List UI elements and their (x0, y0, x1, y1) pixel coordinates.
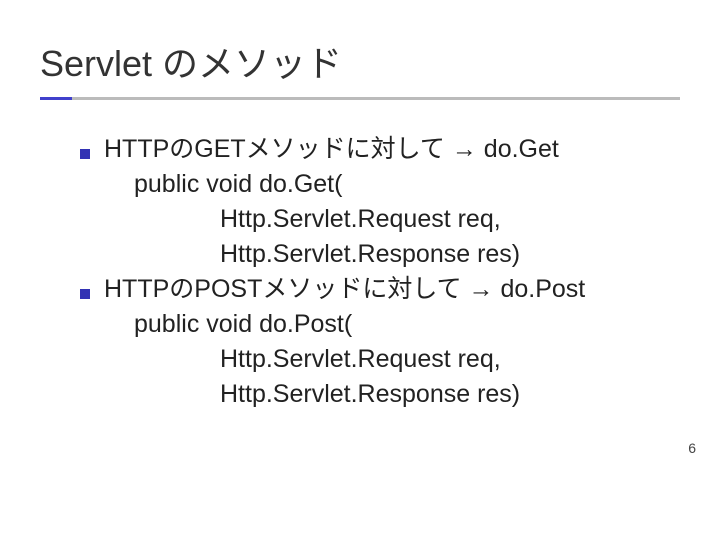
code-line: public void do.Get( (80, 167, 720, 202)
bullet-item: HTTPのPOSTメソッドに対して → do.Post (80, 272, 720, 307)
slide-content: HTTPのGETメソッドに対して → do.Get public void do… (0, 100, 720, 412)
bullet-item: HTTPのGETメソッドに対して → do.Get (80, 132, 720, 167)
code-line: Http.Servlet.Response res) (80, 237, 720, 272)
bullet-heading: HTTPのGETメソッドに対して → do.Get (104, 132, 720, 167)
square-bullet-icon (80, 149, 90, 159)
code-line: Http.Servlet.Request req, (80, 342, 720, 377)
code-line: public void do.Post( (80, 307, 720, 342)
bullet-heading: HTTPのPOSTメソッドに対して → do.Post (104, 272, 720, 307)
square-bullet-icon (80, 289, 90, 299)
page-number: 6 (688, 440, 696, 456)
code-line: Http.Servlet.Response res) (80, 377, 720, 412)
code-line: Http.Servlet.Request req, (80, 202, 720, 237)
slide-title: Servlet のメソッド (40, 35, 720, 97)
